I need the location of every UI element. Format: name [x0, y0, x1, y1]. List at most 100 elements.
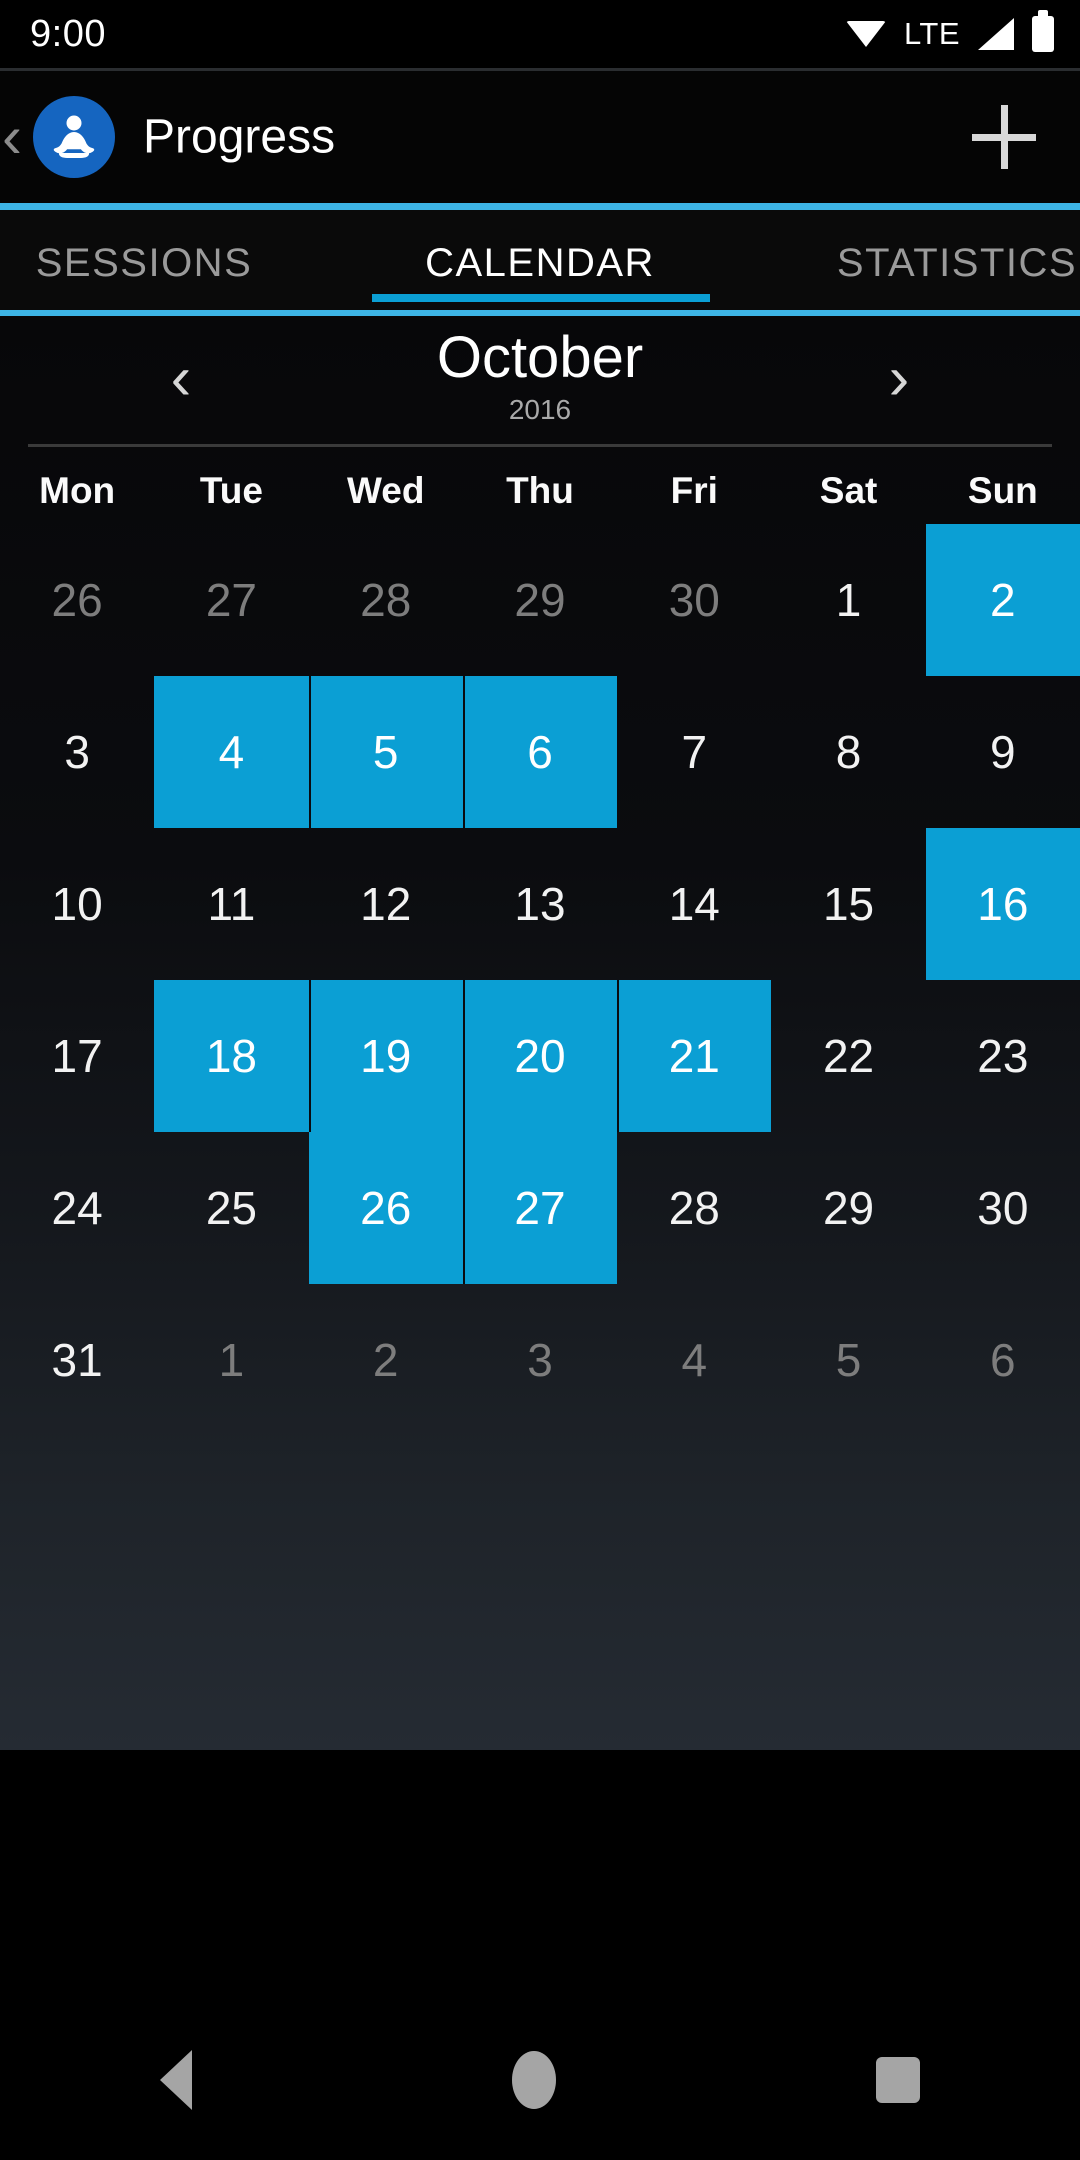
- calendar-day-label: 29: [822, 1182, 875, 1234]
- calendar-day-cell[interactable]: 31: [0, 1284, 154, 1436]
- calendar-day-cell[interactable]: 10: [0, 828, 154, 980]
- back-chevron-icon[interactable]: ‹: [2, 107, 22, 167]
- calendar-day-cell[interactable]: 6: [926, 1284, 1080, 1436]
- calendar-day-label: 5: [372, 726, 399, 778]
- calendar-day-cell[interactable]: 9: [926, 676, 1080, 828]
- calendar-day-cell[interactable]: 20: [462, 980, 618, 1132]
- calendar-day-cell[interactable]: 19: [308, 980, 464, 1132]
- calendar-day-cell[interactable]: 29: [771, 1132, 925, 1284]
- calendar-day-label: 23: [977, 1030, 1029, 1082]
- calendar-day-label: 28: [360, 574, 412, 626]
- calendar-day-cell[interactable]: 27: [462, 1132, 618, 1284]
- calendar-day-cell[interactable]: 3: [0, 676, 154, 828]
- calendar-day-label: 31: [51, 1334, 103, 1386]
- status-icons: LTE: [845, 10, 1054, 52]
- calendar-day-cell[interactable]: 1: [771, 524, 925, 676]
- calendar-day-cell[interactable]: 24: [0, 1132, 154, 1284]
- back-triangle-icon[interactable]: [160, 2050, 192, 2110]
- calendar-day-cell[interactable]: 15: [771, 828, 925, 980]
- calendar-day-cell[interactable]: 11: [154, 828, 308, 980]
- weekday-sat: Sat: [819, 470, 878, 511]
- calendar-day-label: 1: [835, 574, 862, 626]
- calendar-day-label: 14: [668, 878, 720, 930]
- calendar-day-cell[interactable]: 28: [309, 524, 463, 676]
- calendar-day-label: 3: [527, 1334, 553, 1386]
- calendar-day-cell[interactable]: 30: [926, 1132, 1080, 1284]
- active-tab-indicator: [372, 294, 710, 302]
- calendar-day-cell[interactable]: 3: [463, 1284, 617, 1436]
- calendar-day-cell[interactable]: 21: [617, 980, 772, 1132]
- system-navigation-bar: [0, 2000, 1080, 2160]
- calendar-day-label: 1: [218, 1334, 245, 1386]
- calendar-day-cell[interactable]: 5: [308, 676, 464, 828]
- calendar-day-cell[interactable]: 13: [463, 828, 617, 980]
- weekday-fri: Fri: [670, 470, 718, 511]
- calendar-day-label: 20: [514, 1030, 566, 1082]
- tab-sessions[interactable]: SESSIONS: [0, 210, 330, 316]
- calendar-day-cell[interactable]: 2: [309, 1284, 463, 1436]
- calendar-day-label: 19: [360, 1030, 412, 1082]
- calendar-day-label: 26: [51, 574, 103, 626]
- calendar-day-cell[interactable]: 4: [617, 1284, 771, 1436]
- calendar-day-label: 7: [681, 726, 708, 778]
- calendar-day-cell[interactable]: 26: [0, 524, 154, 676]
- calendar-day-label: 2: [372, 1334, 399, 1386]
- calendar-day-cell[interactable]: 1: [154, 1284, 308, 1436]
- wifi-icon: [845, 19, 886, 49]
- status-clock: 9:00: [30, 12, 106, 55]
- calendar-day-label: 15: [822, 878, 875, 930]
- calendar-day-label: 21: [668, 1030, 720, 1082]
- calendar-day-cell[interactable]: 4: [154, 676, 309, 828]
- calendar-day-cell[interactable]: 29: [463, 524, 617, 676]
- phone-screen: 9:00 LTE ‹ Progress SESSIONS CALENDAR ST…: [0, 0, 1080, 2160]
- calendar-day-label: 2: [990, 574, 1016, 626]
- tab-statistics[interactable]: STATISTICS: [750, 210, 1080, 316]
- calendar-day-label: 10: [51, 878, 103, 930]
- calendar-day-label: 29: [514, 574, 566, 626]
- calendar-day-cell[interactable]: 6: [462, 676, 618, 828]
- calendar-day-cell[interactable]: 26: [308, 1132, 464, 1284]
- weekday-tue: Tue: [199, 470, 263, 511]
- calendar-day-cell[interactable]: 27: [154, 524, 308, 676]
- calendar-day-label: 4: [681, 1334, 708, 1386]
- calendar-day-label: 18: [205, 1030, 257, 1082]
- calendar-day-cell[interactable]: 17: [0, 980, 154, 1132]
- weekday-sun: Sun: [967, 470, 1038, 511]
- calendar-day-cell[interactable]: 28: [617, 1132, 771, 1284]
- calendar-day-cell[interactable]: 2: [925, 524, 1080, 676]
- page-title: Progress: [143, 110, 336, 164]
- calendar-day-cell[interactable]: 5: [771, 1284, 925, 1436]
- calendar-day-label: 4: [218, 726, 245, 778]
- calendar-day-label: 26: [360, 1182, 412, 1234]
- recents-square-icon[interactable]: [876, 2057, 920, 2103]
- calendar-day-cell[interactable]: 8: [771, 676, 925, 828]
- calendar-day-cell[interactable]: 30: [617, 524, 771, 676]
- add-session-button[interactable]: [964, 97, 1044, 177]
- calendar-day-label: 16: [977, 878, 1029, 930]
- network-type-label: LTE: [903, 16, 960, 51]
- calendar-day-cell[interactable]: 25: [154, 1132, 308, 1284]
- weekday-header-rule: [28, 444, 1052, 447]
- weekday-thu: Thu: [506, 470, 574, 511]
- calendar-day-label: 27: [205, 574, 257, 626]
- weekday-wed: Wed: [346, 470, 425, 511]
- calendar-day-label: 8: [835, 726, 862, 778]
- calendar-day-label: 12: [360, 878, 412, 930]
- calendar-day-cell[interactable]: 16: [925, 828, 1080, 980]
- signal-icon: [978, 18, 1014, 50]
- calendar-day-cell[interactable]: 12: [309, 828, 463, 980]
- status-bar: 9:00 LTE: [0, 0, 1080, 68]
- calendar-day-cell[interactable]: 14: [617, 828, 771, 980]
- calendar-day-cell[interactable]: 23: [926, 980, 1080, 1132]
- calendar-day-cell[interactable]: 22: [771, 980, 925, 1132]
- calendar-day-cell[interactable]: 18: [154, 980, 309, 1132]
- home-circle-icon[interactable]: [512, 2051, 556, 2109]
- app-bar-accent-line: [0, 203, 1080, 210]
- calendar-day-label: 9: [990, 726, 1016, 778]
- calendar-day-label: 22: [822, 1030, 875, 1082]
- weekday-mon: Mon: [39, 470, 116, 511]
- next-month-button[interactable]: ›: [854, 336, 944, 422]
- calendar-panel: ‹ October 2016 › Mon Tue Wed Thu Fri Sat Sun 2…: [0, 316, 1080, 1750]
- calendar-day-cell[interactable]: 7: [617, 676, 771, 828]
- calendar-day-label: 13: [514, 878, 566, 930]
